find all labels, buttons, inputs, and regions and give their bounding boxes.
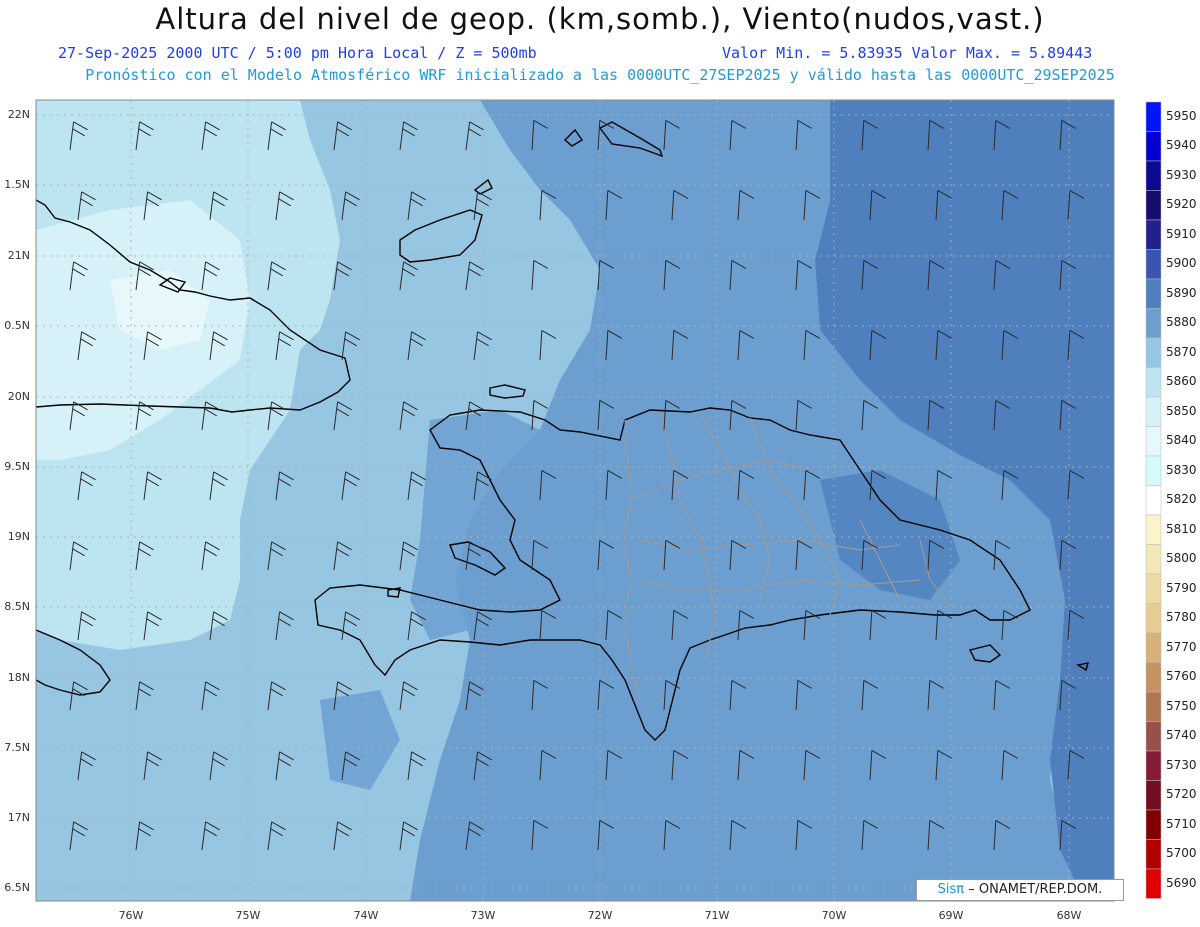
- lat-label: 18N: [7, 671, 30, 684]
- lon-label: 73W: [470, 909, 496, 922]
- colorbar-swatch: [1145, 337, 1162, 368]
- colorbar-label: 5770: [1166, 639, 1197, 654]
- colorbar-label: 5790: [1166, 580, 1197, 595]
- colorbar-label: 5940: [1166, 138, 1197, 153]
- lon-label: 76W: [118, 909, 144, 922]
- colorbar-swatch: [1145, 219, 1162, 250]
- colorbar-swatch: [1145, 160, 1162, 191]
- colorbar-label: 5720: [1166, 787, 1197, 802]
- lat-label: 8.5N: [4, 600, 30, 613]
- lat-label: 21N: [7, 249, 30, 262]
- colorbar-label: 5920: [1166, 197, 1197, 212]
- colorbar-swatch: [1145, 868, 1162, 899]
- colorbar: [1145, 101, 1162, 899]
- colorbar-swatch: [1145, 101, 1162, 132]
- colorbar-swatch: [1145, 691, 1162, 722]
- colorbar-label: 5710: [1166, 816, 1197, 831]
- sispi-logo: Sisπ: [937, 882, 965, 897]
- colorbar-label: 5910: [1166, 226, 1197, 241]
- colorbar-swatch: [1145, 131, 1162, 162]
- colorbar-swatch: [1145, 750, 1162, 781]
- lat-label: 22N: [7, 108, 30, 121]
- colorbar-label: 5820: [1166, 492, 1197, 507]
- colorbar-label: 5850: [1166, 403, 1197, 418]
- colorbar-label: 5810: [1166, 521, 1197, 536]
- colorbar-label: 5880: [1166, 315, 1197, 330]
- colorbar-label: 5950: [1166, 108, 1197, 123]
- colorbar-swatch: [1145, 278, 1162, 309]
- lon-label: 74W: [353, 909, 379, 922]
- credit-org: – ONAMET/REP.DOM.: [968, 882, 1103, 897]
- lat-label: 0.5N: [4, 319, 30, 332]
- colorbar-swatch: [1145, 603, 1162, 634]
- colorbar-label: 5840: [1166, 433, 1197, 448]
- colorbar-label: 5890: [1166, 285, 1197, 300]
- colorbar-swatch: [1145, 249, 1162, 280]
- lon-label: 70W: [821, 909, 847, 922]
- lon-label: 68W: [1056, 909, 1082, 922]
- colorbar-swatch: [1145, 573, 1162, 604]
- shaded-field: [36, 100, 1114, 901]
- colorbar-label: 5730: [1166, 757, 1197, 772]
- forecast-map: [35, 99, 1162, 902]
- credit-box: Sisπ – ONAMET/REP.DOM.: [916, 879, 1124, 901]
- lat-label: 6.5N: [4, 881, 30, 894]
- colorbar-label: 5860: [1166, 374, 1197, 389]
- colorbar-swatch: [1145, 455, 1162, 486]
- colorbar-swatch: [1145, 308, 1162, 339]
- lat-label: 1.5N: [4, 178, 30, 191]
- lon-label: 72W: [587, 909, 613, 922]
- colorbar-swatch: [1145, 809, 1162, 840]
- lat-label: 19N: [7, 530, 30, 543]
- colorbar-swatch: [1145, 780, 1162, 811]
- lat-label: 9.5N: [4, 460, 30, 473]
- lon-label: 71W: [704, 909, 730, 922]
- colorbar-label: 5870: [1166, 344, 1197, 359]
- colorbar-swatch: [1145, 839, 1162, 870]
- colorbar-swatch: [1145, 662, 1162, 693]
- colorbar-swatch: [1145, 396, 1162, 427]
- colorbar-swatch: [1145, 544, 1162, 575]
- colorbar-label: 5780: [1166, 610, 1197, 625]
- lat-label: 17N: [7, 811, 30, 824]
- colorbar-swatch: [1145, 514, 1162, 545]
- colorbar-label: 5800: [1166, 551, 1197, 566]
- lat-label: 7.5N: [4, 741, 30, 754]
- colorbar-swatch: [1145, 485, 1162, 516]
- colorbar-label: 5900: [1166, 256, 1197, 271]
- lon-label: 75W: [235, 909, 261, 922]
- colorbar-swatch: [1145, 190, 1162, 221]
- colorbar-label: 5700: [1166, 846, 1197, 861]
- colorbar-label: 5750: [1166, 698, 1197, 713]
- colorbar-label: 5690: [1166, 875, 1197, 890]
- lon-label: 69W: [938, 909, 964, 922]
- colorbar-swatch: [1145, 426, 1162, 457]
- colorbar-label: 5740: [1166, 728, 1197, 743]
- colorbar-swatch: [1145, 367, 1162, 398]
- colorbar-swatch: [1145, 632, 1162, 663]
- colorbar-label: 5830: [1166, 462, 1197, 477]
- colorbar-swatch: [1145, 721, 1162, 752]
- lat-label: 20N: [7, 390, 30, 403]
- colorbar-label: 5760: [1166, 669, 1197, 684]
- colorbar-label: 5930: [1166, 167, 1197, 182]
